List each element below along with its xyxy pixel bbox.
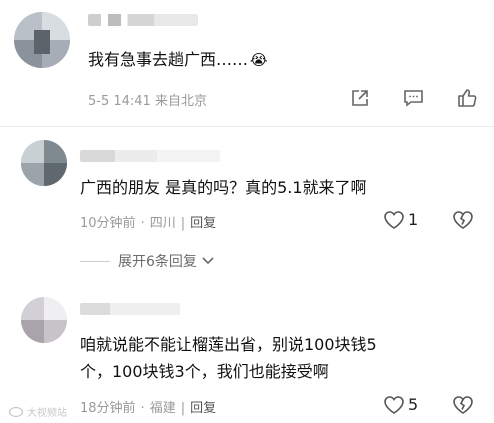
chevron-down-icon xyxy=(202,257,214,265)
comment-text-line2: 个，100块钱3个，我们也能接受啊 xyxy=(80,362,329,381)
watermark-logo-icon xyxy=(8,406,24,417)
expand-replies-label: 展开6条回复 xyxy=(118,254,197,270)
username-blurred[interactable] xyxy=(80,150,220,162)
expand-replies-button[interactable]: 展开6条回复 xyxy=(80,251,215,271)
comment-location: 四川 xyxy=(149,216,176,231)
like-count: 1 xyxy=(408,210,419,229)
watermark: 大视频站 xyxy=(8,404,67,419)
comment-time: 18分钟前 xyxy=(80,401,136,416)
like-count: 5 xyxy=(408,395,419,414)
like-icon[interactable] xyxy=(455,86,479,110)
comment-meta: 10分钟前 · 四川 | 回复 xyxy=(80,216,217,231)
username-blurred[interactable] xyxy=(88,14,198,26)
broken-heart-icon[interactable] xyxy=(451,393,475,417)
comment-icon[interactable] xyxy=(401,86,425,110)
reply-button[interactable]: 回复 xyxy=(190,401,216,416)
comment-text-line1: 咱就说能不能让榴莲出省，别说100块钱5 xyxy=(80,335,377,354)
comment-location: 福建 xyxy=(149,401,176,416)
heart-icon[interactable] xyxy=(382,393,406,417)
watermark-text: 大视频站 xyxy=(27,408,67,419)
username-blurred[interactable] xyxy=(80,303,180,315)
avatar[interactable] xyxy=(14,12,70,68)
divider xyxy=(0,126,494,127)
comment-text: 广西的朋友 是真的吗？真的5.1就来了啊 xyxy=(80,178,367,197)
avatar[interactable] xyxy=(21,297,67,343)
avatar[interactable] xyxy=(21,140,67,186)
share-icon[interactable] xyxy=(348,86,372,110)
broken-heart-icon[interactable] xyxy=(451,208,475,232)
comment-meta: 5-5 14:41 来自北京 xyxy=(88,94,207,109)
comment-text-body: 我有急事去趟广西…… xyxy=(88,50,249,69)
reply-button[interactable]: 回复 xyxy=(190,216,216,231)
comment-meta: 18分钟前 · 福建 | 回复 xyxy=(80,401,217,416)
heart-icon[interactable] xyxy=(382,208,406,232)
comment-text: 我有急事去趟广西…… 😭 xyxy=(88,47,268,73)
comment-time: 10分钟前 xyxy=(80,216,136,231)
crying-emoji-icon: 😭 xyxy=(250,51,268,69)
